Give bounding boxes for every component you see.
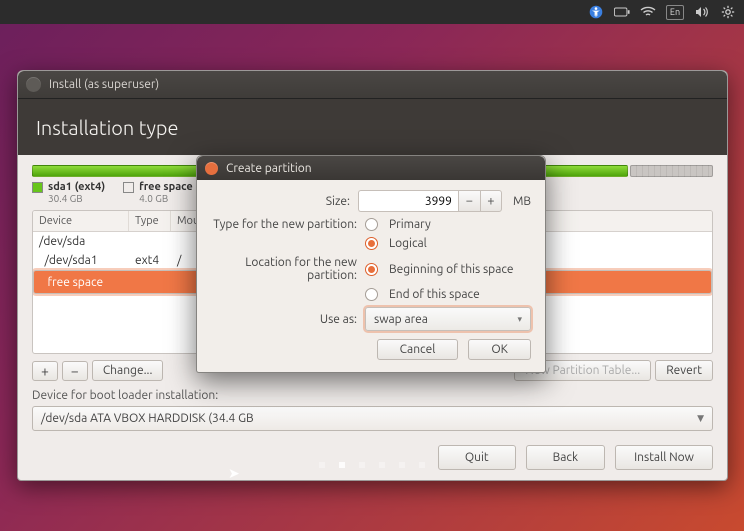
col-type[interactable]: Type <box>129 211 171 231</box>
radio-beginning-label: Beginning of this space <box>389 263 514 276</box>
legend-name: sda1 (ext4) <box>48 181 105 193</box>
size-spinbox[interactable]: − + <box>358 190 502 212</box>
size-input[interactable] <box>358 190 458 212</box>
cell-type <box>135 235 177 248</box>
change-partition-button[interactable]: Change... <box>92 360 164 381</box>
use-as-select[interactable]: swap area ▾ <box>365 307 531 331</box>
page-heading: Installation type <box>18 99 727 155</box>
use-as-label: Use as: <box>211 313 365 326</box>
legend-name: free space <box>139 181 193 193</box>
dialog-cancel-button[interactable]: Cancel <box>377 339 459 360</box>
legend-swatch-icon <box>32 182 43 193</box>
cell-type: ext4 <box>135 254 177 267</box>
create-partition-dialog: Create partition Size: − + MB Type for t… <box>196 155 546 373</box>
boot-loader-value: /dev/sda ATA VBOX HARDDISK (34.4 GB <box>41 412 254 425</box>
network-icon[interactable] <box>640 4 656 20</box>
size-decrement-button[interactable]: − <box>458 190 480 212</box>
radio-beginning[interactable] <box>365 263 378 276</box>
radio-end[interactable] <box>365 288 378 301</box>
revert-button[interactable]: Revert <box>655 360 713 381</box>
system-topbar: En <box>0 0 744 24</box>
size-increment-button[interactable]: + <box>480 190 502 212</box>
boot-loader-label: Device for boot loader installation: <box>32 389 713 402</box>
size-label: Size: <box>211 195 358 208</box>
radio-logical[interactable] <box>365 237 378 250</box>
radio-end-label: End of this space <box>389 288 480 301</box>
dialog-title: Create partition <box>226 162 312 175</box>
page-indicator-dots <box>0 462 744 468</box>
legend-item-free: free space 4.0 GB <box>123 181 193 204</box>
cell-device: free space <box>42 276 138 289</box>
keyboard-lang-indicator[interactable]: En <box>666 5 684 20</box>
cell-device: /dev/sda1 <box>39 254 135 267</box>
window-close-button[interactable] <box>26 77 41 92</box>
accessibility-icon[interactable] <box>588 4 604 20</box>
dialog-ok-button[interactable]: OK <box>468 339 531 360</box>
dialog-titlebar: Create partition <box>197 156 545 180</box>
settings-gear-icon[interactable] <box>720 4 736 20</box>
size-unit: MB <box>513 195 531 208</box>
location-label: Location for the new partition: <box>211 256 365 282</box>
battery-icon[interactable] <box>614 4 630 20</box>
dialog-close-button[interactable] <box>205 162 218 175</box>
legend-size: 30.4 GB <box>48 193 105 204</box>
col-device[interactable]: Device <box>33 211 129 231</box>
chevron-down-icon: ▼ <box>697 413 704 424</box>
add-partition-button[interactable]: + <box>32 361 58 381</box>
window-titlebar: Install (as superuser) <box>18 71 727 99</box>
use-as-value: swap area <box>374 313 428 326</box>
cell-device: /dev/sda <box>39 235 135 248</box>
type-label: Type for the new partition: <box>211 218 365 231</box>
legend-item-sda1: sda1 (ext4) 30.4 GB <box>32 181 105 204</box>
remove-partition-button[interactable]: − <box>62 361 88 381</box>
boot-loader-select[interactable]: /dev/sda ATA VBOX HARDDISK (34.4 GB ▼ <box>32 406 713 431</box>
legend-size: 4.0 GB <box>139 193 193 204</box>
radio-primary-label: Primary <box>389 218 431 231</box>
radio-primary[interactable] <box>365 218 378 231</box>
window-title: Install (as superuser) <box>49 78 159 91</box>
chevron-down-icon: ▾ <box>517 314 522 325</box>
volume-icon[interactable] <box>694 4 710 20</box>
radio-logical-label: Logical <box>389 237 427 250</box>
legend-swatch-icon <box>123 182 134 193</box>
disk-segment-free[interactable] <box>630 165 713 177</box>
